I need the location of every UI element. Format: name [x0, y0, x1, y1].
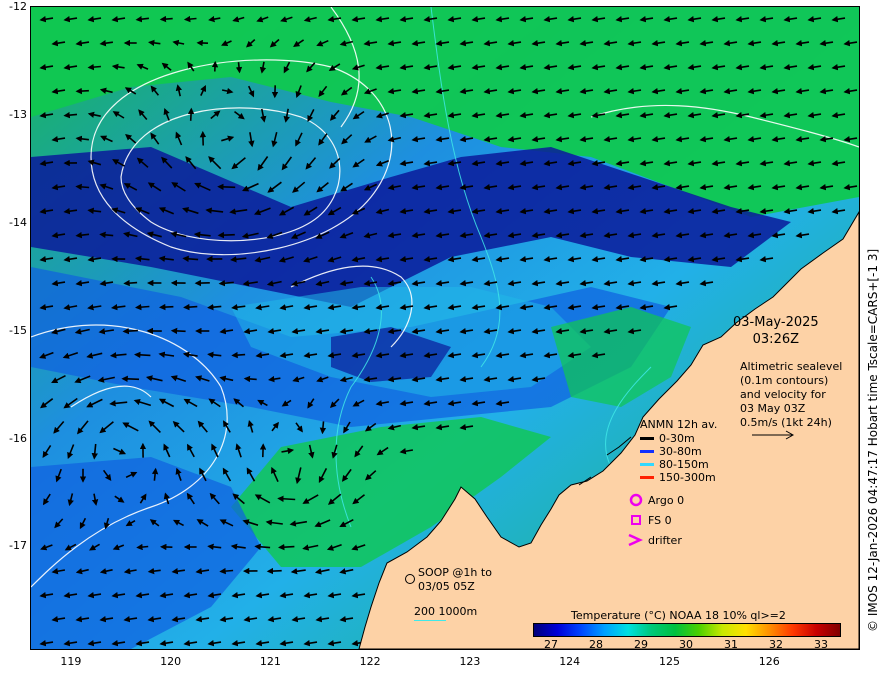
legend-swatch [640, 450, 654, 453]
velocity-arrow [123, 279, 138, 287]
legend-item: 0-30m [640, 432, 717, 445]
velocity-arrow [243, 375, 257, 383]
fs-label: FS 0 [648, 513, 672, 527]
colorbar-tick-label: 28 [589, 638, 603, 651]
lon-tick-label: 119 [60, 655, 82, 668]
velocity-arrow [136, 543, 149, 551]
velocity-arrow [183, 15, 197, 23]
velocity-arrow [134, 351, 151, 359]
colorbar-gradient [533, 623, 841, 637]
argo-label: Argo 0 [648, 493, 685, 507]
legend-item: 80-150m [640, 458, 717, 471]
velocity-arrow [159, 303, 174, 311]
platform-markers: Argo 0 FS 0 drifter [626, 490, 684, 550]
velocity-arrow [231, 351, 246, 359]
legend-label: 0-30m [659, 431, 695, 445]
velocity-arrow [278, 543, 295, 551]
colorbar-title: Temperature (°C) NOAA 18 10% ql>=2 [571, 609, 786, 622]
fs-marker: FS 0 [626, 510, 684, 530]
lon-tick-label: 126 [758, 655, 780, 668]
velocity-arrow [235, 62, 243, 74]
soop-line: 03/05 05Z [418, 580, 475, 593]
altimetry-line: (0.1m contours) [740, 374, 829, 387]
velocity-arrow [159, 15, 173, 23]
argo-marker: Argo 0 [626, 490, 684, 510]
velocity-arrow [170, 327, 186, 335]
velocity-arrow [75, 87, 89, 95]
velocity-arrow [121, 375, 140, 383]
velocity-arrow [319, 421, 327, 435]
anmn-legend: ANMN 12h av. 0-30m 30-80m 80-150m 150-30… [640, 418, 717, 484]
colorbar-tick-label: 32 [769, 638, 783, 651]
date-label: 03-May-2025 [733, 315, 819, 330]
square-icon [631, 515, 641, 525]
legend-swatch [640, 463, 654, 466]
altimetry-line: 0.5m/s (1kt 24h) [740, 416, 832, 429]
velocity-arrow [266, 567, 282, 575]
altimetry-line: and velocity for [740, 388, 826, 401]
altimetry-line: 03 May 03Z [740, 402, 806, 415]
lon-tick-label: 124 [559, 655, 581, 668]
lat-tick-label: -12 [9, 0, 27, 13]
soop-line: SOOP @1h to [418, 566, 492, 579]
temperature-colorbar: Temperature (°C) NOAA 18 10% ql>=2 27 28 2… [533, 609, 841, 651]
drifter-label: drifter [648, 533, 682, 547]
velocity-arrow [75, 183, 90, 191]
lon-tick-label: 125 [658, 655, 680, 668]
velocity-arrow [277, 495, 296, 502]
velocity-arrow [87, 63, 101, 71]
lat-tick-label: -16 [9, 431, 27, 445]
lon-tick-label: 120 [160, 655, 182, 668]
velocity-arrow [187, 107, 195, 121]
circle-icon [629, 493, 643, 507]
lat-tick-label: -17 [9, 539, 27, 553]
velocity-arrow [217, 231, 235, 239]
drifter-marker: drifter [626, 530, 684, 550]
lat-tick-label: -13 [9, 107, 27, 121]
legend-item: 150-300m [640, 471, 717, 484]
lon-tick-label: 122 [359, 655, 381, 668]
legend-label: 150-300m [659, 470, 716, 484]
velocity-arrow [135, 303, 150, 311]
colorbar-tick-label: 31 [724, 638, 738, 651]
contour-key-line [414, 620, 446, 621]
lon-tick-label: 123 [459, 655, 481, 668]
legend-swatch [640, 437, 654, 440]
contour-key: 200 1000m [414, 605, 477, 621]
velocity-arrow [122, 327, 138, 335]
credit-text: © IMOS 12-Jan-2026 04:47:17 Hobart time … [866, 248, 880, 632]
chevron-right-icon [628, 533, 644, 547]
colorbar-tick-label: 30 [679, 638, 693, 651]
velocity-arrow [219, 567, 234, 575]
soop-note: SOOP @1h to 03/05 05Z [405, 566, 492, 594]
legend-title: ANMN 12h av. [640, 418, 718, 431]
time-label: 03:26Z [752, 332, 800, 347]
lat-tick-label: -14 [9, 215, 27, 229]
velocity-scale-arrow [752, 430, 795, 440]
circle-icon [405, 574, 415, 584]
legend-swatch [640, 476, 654, 479]
colorbar-tick-label: 29 [634, 638, 648, 651]
timestamp-block: 03-May-2025 03:26Z [733, 314, 819, 348]
colorbar-tick-label: 33 [814, 638, 828, 651]
legend-label: 30-80m [659, 444, 702, 458]
colorbar-tick-label: 27 [544, 638, 558, 651]
altimetry-line: Altimetric sealevel [740, 360, 843, 373]
velocity-arrow [183, 303, 198, 311]
lat-tick-label: -15 [9, 323, 27, 337]
colorbar-ticks: 27 28 29 30 31 32 33 [533, 637, 839, 651]
velocity-arrow [217, 183, 236, 191]
legend-item: 30-80m [640, 445, 717, 458]
legend-label: 80-150m [659, 457, 709, 471]
altimetry-note: Altimetric sealevel (0.1m contours) and … [740, 360, 842, 440]
lon-tick-label: 121 [259, 655, 281, 668]
contour-key-label: 200 1000m [414, 605, 478, 618]
